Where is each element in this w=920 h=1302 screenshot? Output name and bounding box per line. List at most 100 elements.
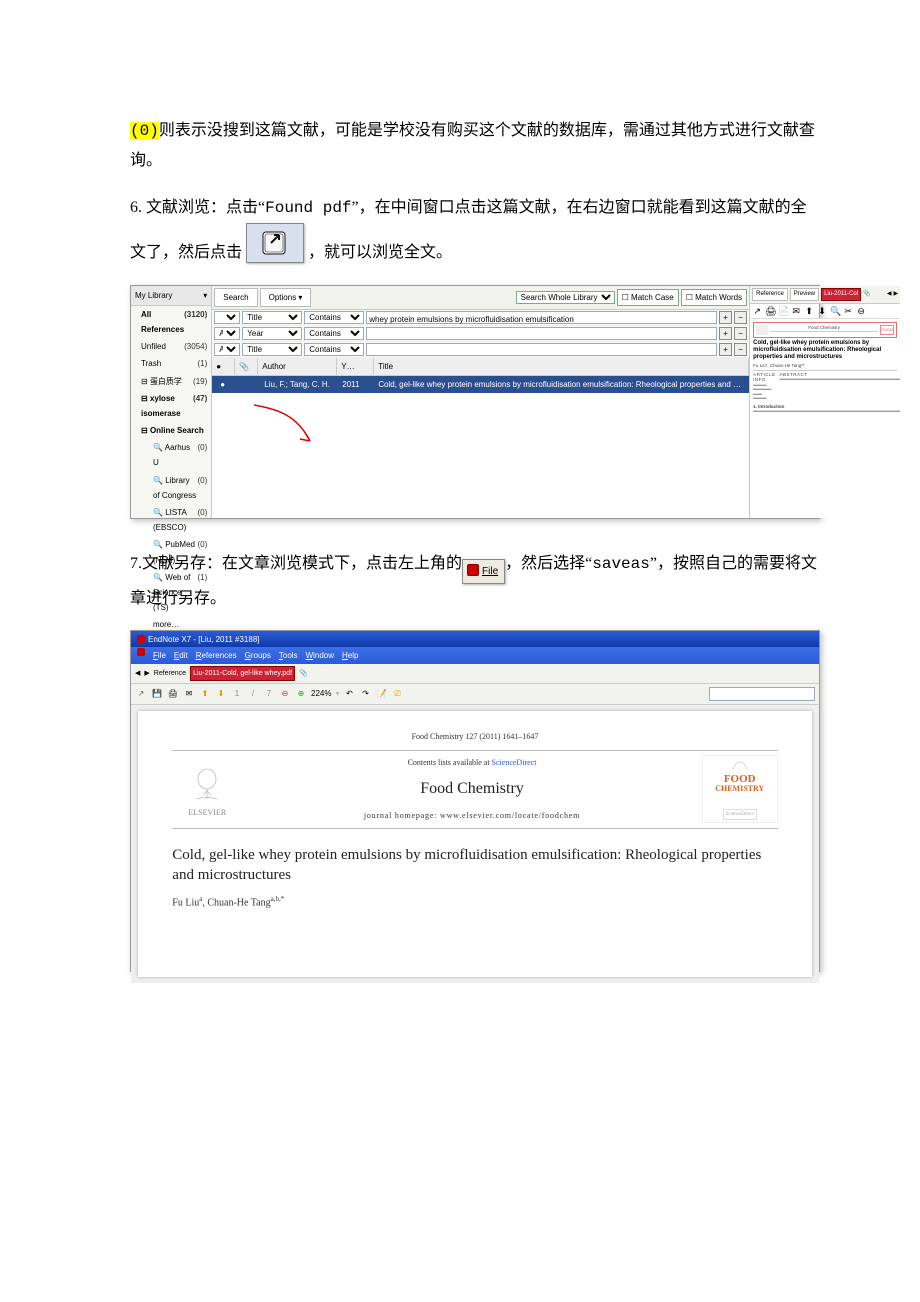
sidebar-item-pubmed[interactable]: 🔍 PubMed (NLM)(0) (131, 536, 211, 568)
add-row-icon[interactable]: + (719, 327, 732, 340)
bool-select-3[interactable]: And (214, 343, 240, 356)
prev-icon[interactable]: ◀ (887, 289, 892, 300)
menu-help[interactable]: Help (342, 648, 358, 663)
options-button[interactable]: Options ▾ (260, 288, 312, 307)
tab-reference[interactable]: Reference (752, 288, 788, 301)
highlight-zero: (0) (130, 122, 159, 140)
zoom-out-icon[interactable]: ⊖ (279, 688, 291, 700)
sidebar-item-loc[interactable]: 🔍 Library of Congress(0) (131, 472, 211, 504)
tab-reference[interactable]: Reference (154, 667, 186, 680)
attachment-icon: 📎 (299, 667, 308, 680)
sidebar-item-wos[interactable]: 🔍 Web of Science (TS)(1) (131, 569, 211, 617)
op-select-3[interactable]: Contains (304, 343, 364, 356)
menu-window[interactable]: Window (306, 648, 334, 663)
paragraph-zero-result: (0)则表示没搜到这篇文献，可能是学校没有购买这个文献的数据库，需通过其他方式进… (130, 116, 820, 177)
library-pane-header[interactable]: My Library▾ (131, 286, 211, 306)
zoom-level[interactable]: 224% (311, 686, 331, 701)
search-scope-select[interactable]: Search Whole Library (516, 291, 615, 304)
file-menu-chip: File (462, 559, 505, 584)
search-tab[interactable]: Search (214, 288, 257, 307)
field-select-3[interactable]: Title (242, 343, 302, 356)
library-pane: My Library▾ All References(3120) Unfiled… (131, 286, 212, 518)
sidebar-group-xylose[interactable]: ⊟ xylose isomerase(47) (131, 390, 211, 422)
tab-pdf[interactable]: Liu-2011-Cold, gel-like whey.pdf (190, 666, 295, 681)
sidebar-item-unfiled[interactable]: Unfiled(3054) (131, 338, 211, 355)
menu-groups[interactable]: Groups (245, 648, 271, 663)
search-input-1[interactable]: whey protein emulsions by microfluidisat… (366, 311, 717, 324)
endnote-app-icon (137, 648, 145, 656)
match-words-checkbox[interactable]: ☐ Match Words (681, 289, 747, 306)
back-icon[interactable]: ◀ (135, 667, 140, 680)
save-icon[interactable]: 💾 (151, 688, 163, 700)
reference-list-pane: Search Options ▾ Search Whole Library ☐ … (212, 286, 750, 518)
article-title: Cold, gel-like whey protein emulsions by… (172, 845, 777, 886)
prev-page-icon[interactable]: ⬆ (199, 688, 211, 700)
pdf-toolbar: ↗ 🖨 📄 ✉ ⬆ ⬇ 🔍 ✂ ⊖ (750, 304, 900, 319)
search-input-3[interactable] (366, 343, 717, 356)
add-row-icon[interactable]: + (719, 311, 732, 324)
journal-homepage: journal homepage: www.elsevier.com/locat… (252, 808, 691, 823)
pdf-page: Food Chemistry 127 (2011) 1641–1647 ELSE… (138, 711, 811, 977)
selected-reference-row[interactable]: ● Liu, F.; Tang, C. H. 2011 Cold, gel-li… (212, 376, 749, 393)
pdf-viewport[interactable]: Food Chemistry 127 (2011) 1641–1647 ELSE… (131, 705, 819, 983)
tab-preview[interactable]: Preview (790, 288, 819, 301)
op-select-1[interactable]: Contains (304, 311, 364, 324)
red-swoosh-icon (252, 401, 312, 451)
tab-pdf[interactable]: Liu-2011-Col (821, 288, 861, 301)
journal-header-band: ELSEVIER Contents lists available at Sci… (172, 750, 777, 829)
column-headers[interactable]: ●📎 Author Y… Title (212, 358, 749, 376)
next-icon[interactable]: ▶ (893, 289, 898, 300)
op-select-2[interactable]: Contains (304, 327, 364, 340)
sidebar-group-online-search[interactable]: ⊟ Online Search (131, 422, 211, 439)
pdf-preview: Food Chemistry FOOD Cold, gel-like whey … (750, 319, 900, 518)
preview-pane: Reference Preview Liu-2011-Col 📎 ◀ ▶ ↗ 🖨… (750, 286, 900, 518)
rotate-right-icon[interactable]: ↷ (359, 688, 371, 700)
remove-row-icon[interactable]: − (734, 311, 747, 324)
attachment-icon: 📎 (863, 289, 870, 300)
find-icon[interactable]: 🔍 (830, 306, 840, 316)
next-page-icon[interactable]: ⬇ (215, 688, 227, 700)
highlight-icon[interactable]: ✂ (843, 306, 853, 316)
journal-citation-line: Food Chemistry 127 (2011) 1641–1647 (172, 729, 777, 744)
bool-select-1[interactable] (214, 311, 240, 324)
menu-file[interactable]: File (153, 648, 166, 663)
email-icon[interactable]: ✉ (183, 688, 195, 700)
bool-select-2[interactable]: And (214, 327, 240, 340)
open-window-icon[interactable]: ↗ (135, 688, 147, 700)
print-icon[interactable]: 🖨 (765, 306, 775, 316)
sidebar-item-all-references[interactable]: All References(3120) (131, 306, 211, 338)
add-row-icon[interactable]: + (719, 343, 732, 356)
open-window-icon[interactable]: ↗ (752, 306, 762, 316)
rotate-left-icon[interactable]: ↶ (343, 688, 355, 700)
zoom-in-icon[interactable]: ⊕ (295, 688, 307, 700)
sidebar-item-trash[interactable]: Trash(1) (131, 355, 211, 372)
remove-row-icon[interactable]: − (734, 343, 747, 356)
endnote-pdf-viewer-screenshot: EndNote X7 - [Liu, 2011 #3188] File Edit… (130, 630, 820, 972)
search-input-2[interactable] (366, 327, 717, 340)
field-select-1[interactable]: Title (242, 311, 302, 324)
email-icon[interactable]: ✉ (791, 306, 801, 316)
sidebar-item-aarhus[interactable]: 🔍 Aarhus U(0) (131, 439, 211, 471)
sidebar-item-lista[interactable]: 🔍 LISTA (EBSCO)(0) (131, 504, 211, 536)
search-row-1: Title Contains whey protein emulsions by… (212, 310, 749, 326)
down-icon[interactable]: ⬇ (817, 306, 827, 316)
zoom-out-icon[interactable]: ⊖ (856, 306, 866, 316)
page-icon[interactable]: 📄 (778, 306, 788, 316)
remove-row-icon[interactable]: − (734, 327, 747, 340)
match-case-checkbox[interactable]: ☐ Match Case (617, 289, 679, 306)
menu-tools[interactable]: Tools (279, 648, 298, 663)
sticky-note-icon[interactable]: 📝 (375, 688, 387, 700)
article-authors: Fu Liua, Chuan-He Tanga,b,* (172, 893, 777, 912)
search-row-2: And Year Contains +− (212, 326, 749, 342)
up-icon[interactable]: ⬆ (804, 306, 814, 316)
menu-bar[interactable]: File Edit References Groups Tools Window… (131, 647, 819, 664)
menu-edit[interactable]: Edit (174, 648, 188, 663)
field-select-2[interactable]: Year (242, 327, 302, 340)
forward-icon[interactable]: ▶ (144, 667, 149, 680)
elsevier-logo: ELSEVIER (172, 758, 242, 820)
pdf-search-input[interactable] (709, 687, 815, 701)
highlight-icon[interactable]: ⎚ (391, 688, 403, 700)
print-icon[interactable]: 🖨 (167, 688, 179, 700)
menu-references[interactable]: References (196, 648, 237, 663)
sidebar-group-protein[interactable]: ⊟ 蛋白质学(19) (131, 373, 211, 390)
